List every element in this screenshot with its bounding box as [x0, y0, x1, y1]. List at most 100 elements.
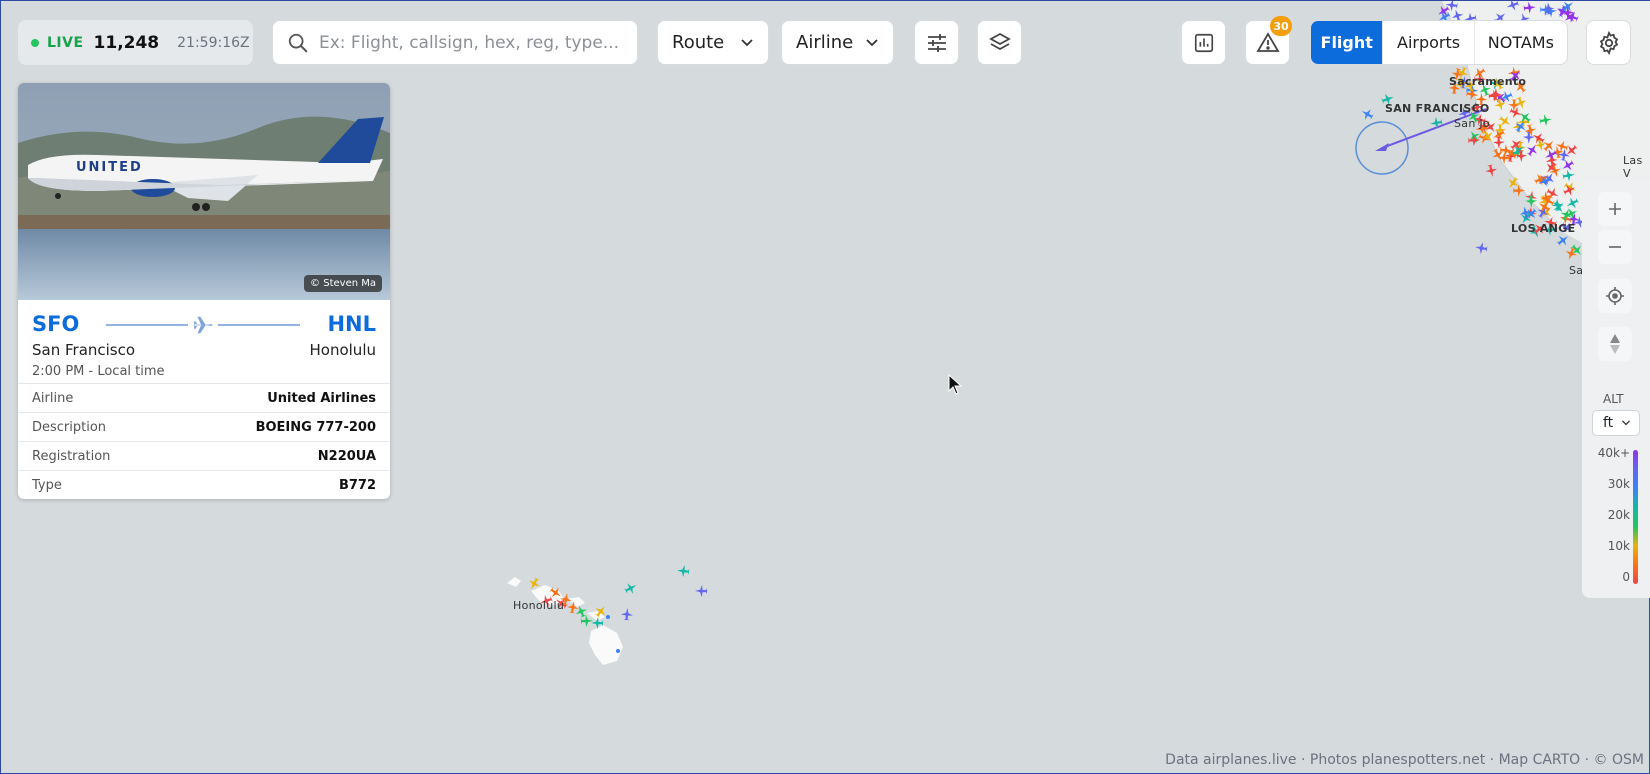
mode-switcher: Flight Airports NOTAMs [1310, 20, 1568, 65]
aircraft-count: 11,248 [93, 32, 160, 53]
destination-city: Honolulu [309, 341, 377, 359]
chevron-down-icon [866, 38, 878, 46]
altitude-unit-value: ft [1603, 415, 1614, 431]
altitude-legend-title: ALT [1603, 392, 1624, 406]
compass-icon [1610, 334, 1620, 354]
live-label: LIVE [47, 34, 84, 51]
alerts-button[interactable]: 30 [1245, 16, 1292, 65]
route-line-left [106, 324, 188, 326]
plus-icon [1609, 203, 1621, 215]
detail-label: Airline [32, 390, 74, 406]
aircraft-marker[interactable] [1429, 116, 1443, 130]
compass-button[interactable] [1598, 327, 1632, 361]
filters-button[interactable] [914, 20, 959, 65]
altitude-unit-select[interactable]: ft [1592, 410, 1640, 436]
aircraft-marker[interactable] [1563, 142, 1580, 159]
detail-value: United Airlines [267, 390, 376, 406]
aircraft-marker[interactable] [1562, 182, 1578, 198]
aircraft-marker[interactable] [591, 617, 604, 630]
altitude-tick: 30k [1607, 477, 1630, 491]
live-indicator-dot [31, 38, 39, 47]
aircraft-marker[interactable] [1493, 98, 1508, 113]
aircraft-marker[interactable] [1523, 1, 1536, 14]
detail-row-airline: Airline United Airlines [18, 384, 390, 413]
aircraft-marker[interactable] [1557, 148, 1571, 162]
aircraft-marker[interactable] [1513, 184, 1526, 197]
locate-button[interactable] [1598, 279, 1632, 313]
detail-value: BOEING 777-200 [255, 419, 376, 435]
map-label-san-jose: San Jo [1454, 117, 1490, 130]
tab-notams[interactable]: NOTAMs [1473, 21, 1567, 64]
aircraft-marker[interactable] [1474, 241, 1488, 255]
aircraft-marker[interactable] [566, 600, 580, 614]
search-input[interactable] [319, 32, 629, 53]
aircraft-marker[interactable] [1505, 1, 1520, 13]
minus-icon [1609, 246, 1621, 248]
settings-button[interactable] [1586, 20, 1631, 65]
aircraft-marker[interactable] [1513, 96, 1528, 111]
aircraft-marker[interactable] [676, 564, 690, 578]
utc-time: 21:59:16Z [177, 34, 250, 51]
zoom-out-button[interactable] [1598, 230, 1632, 264]
aircraft-marker[interactable] [1359, 106, 1375, 122]
alerts-count-badge: 30 [1270, 16, 1292, 36]
altitude-tick: 0 [1622, 570, 1630, 584]
aircraft-marker[interactable] [593, 603, 610, 620]
chevron-down-icon [1622, 420, 1631, 426]
aircraft-marker[interactable] [1539, 113, 1553, 127]
aircraft-marker[interactable] [1542, 2, 1555, 15]
aircraft-marker[interactable] [1492, 136, 1505, 149]
tab-airports[interactable]: Airports [1382, 21, 1473, 64]
layers-button[interactable] [977, 20, 1022, 65]
aircraft-marker[interactable] [1522, 131, 1535, 144]
aircraft-marker[interactable] [623, 580, 639, 596]
detail-label: Description [32, 419, 107, 435]
aircraft-marker[interactable] [1562, 168, 1576, 182]
aircraft-marker[interactable] [1524, 141, 1541, 158]
sliders-icon [927, 33, 946, 52]
destination-code: HNL [327, 312, 376, 336]
stats-button[interactable] [1181, 20, 1226, 65]
map-attribution: Data airplanes.live · Photos planespotte… [1165, 752, 1644, 768]
aircraft-marker[interactable] [1564, 195, 1580, 211]
search-box[interactable] [272, 20, 638, 65]
flight-details: Airline United Airlines Description BOEI… [18, 384, 390, 499]
detail-row-description: Description BOEING 777-200 [18, 413, 390, 442]
aircraft-marker[interactable] [695, 585, 708, 598]
altitude-tick: 20k [1607, 508, 1630, 522]
aircraft-photo: UNITED © Steven Ma [18, 83, 390, 300]
aircraft-marker[interactable] [1484, 164, 1498, 178]
altitude-tick: 10k [1607, 539, 1630, 553]
map-label-sacramento: Sacramento [1449, 75, 1527, 88]
detail-value: N220UA [317, 448, 376, 464]
departure-time: 2:00 PM - Local time [32, 364, 165, 379]
route-summary: SFO HNL San Francisco Honolulu 2:00 PM -… [18, 300, 390, 384]
tab-flight[interactable]: Flight [1311, 21, 1383, 64]
aircraft-marker[interactable] [1508, 105, 1524, 121]
detail-row-registration: Registration N220UA [18, 442, 390, 471]
altitude-color-scale [1633, 450, 1638, 584]
aircraft-marker[interactable] [1525, 195, 1538, 208]
live-status: LIVE 11,248 21:59:16Z [18, 20, 253, 65]
aircraft-marker[interactable] [1508, 99, 1521, 112]
layers-icon [988, 32, 1011, 50]
aircraft-marker[interactable] [526, 576, 542, 592]
airline-filter-dropdown[interactable]: Airline [781, 20, 894, 65]
photo-credit: © Steven Ma [304, 275, 382, 292]
zoom-in-button[interactable] [1598, 192, 1632, 226]
aircraft-marker[interactable] [620, 607, 633, 621]
map-controls-panel: ALT ft 40k+ 30k 20k 10k 0 [1582, 180, 1650, 598]
detail-label: Registration [32, 448, 111, 464]
crosshair-icon [1606, 287, 1624, 305]
svg-text:UNITED: UNITED [76, 160, 143, 175]
altitude-tick: 40k+ [1597, 446, 1630, 460]
route-line-right [218, 324, 300, 326]
map-label-los-angeles: LOS ANGE [1511, 222, 1576, 235]
map-label-honolulu: Honolulu [513, 599, 565, 612]
route-filter-label: Route [672, 32, 725, 53]
aircraft-marker[interactable] [573, 603, 589, 619]
map-label-las-vegas: Las V [1623, 154, 1643, 180]
route-filter-dropdown[interactable]: Route [657, 20, 769, 65]
mouse-cursor [948, 374, 963, 395]
search-icon [288, 33, 308, 52]
